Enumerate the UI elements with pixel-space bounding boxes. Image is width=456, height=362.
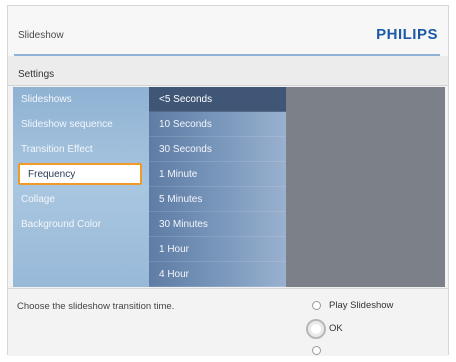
frequency-options: <5 Seconds 10 Seconds 30 Seconds 1 Minut…	[149, 87, 286, 287]
option-item[interactable]: 4 Hour	[149, 262, 286, 287]
settings-menu: Slideshows Slideshow sequence Transition…	[13, 87, 149, 287]
ok-label: OK	[329, 323, 343, 334]
menu-item-frequency[interactable]: Frequency	[18, 163, 142, 185]
app-title: Slideshow	[18, 30, 64, 41]
menu-item-slideshows[interactable]: Slideshows	[13, 87, 149, 112]
option-item[interactable]: 30 Seconds	[149, 137, 286, 162]
option-item[interactable]: 1 Hour	[149, 237, 286, 262]
menu-item-transition-effect[interactable]: Transition Effect	[13, 137, 149, 162]
option-item[interactable]: <5 Seconds	[149, 87, 286, 112]
option-item[interactable]: 1 Minute	[149, 162, 286, 187]
footer-bar: Choose the slideshow transition time. Pl…	[8, 288, 448, 356]
help-text: Choose the slideshow transition time.	[17, 301, 175, 312]
down-button-icon[interactable]	[312, 346, 321, 355]
settings-panel: Slideshows Slideshow sequence Transition…	[13, 87, 445, 287]
option-item[interactable]: 30 Minutes	[149, 212, 286, 237]
preview-area	[286, 87, 445, 287]
device-screen: Slideshow PHILIPS Settings Slideshows Sl…	[7, 5, 449, 356]
brand-logo: PHILIPS	[376, 26, 438, 43]
play-button-icon[interactable]	[312, 301, 321, 310]
play-slideshow-label: Play Slideshow	[329, 300, 394, 311]
section-title: Settings	[18, 69, 55, 80]
section-bar: Settings	[8, 56, 448, 86]
option-item[interactable]: 5 Minutes	[149, 187, 286, 212]
menu-item-background-color[interactable]: Background Color	[13, 212, 149, 237]
option-item[interactable]: 10 Seconds	[149, 112, 286, 137]
header-bar: Slideshow PHILIPS	[8, 6, 448, 56]
menu-item-slideshow-sequence[interactable]: Slideshow sequence	[13, 112, 149, 137]
ok-button-icon[interactable]	[306, 319, 326, 339]
menu-item-collage[interactable]: Collage	[13, 187, 149, 212]
